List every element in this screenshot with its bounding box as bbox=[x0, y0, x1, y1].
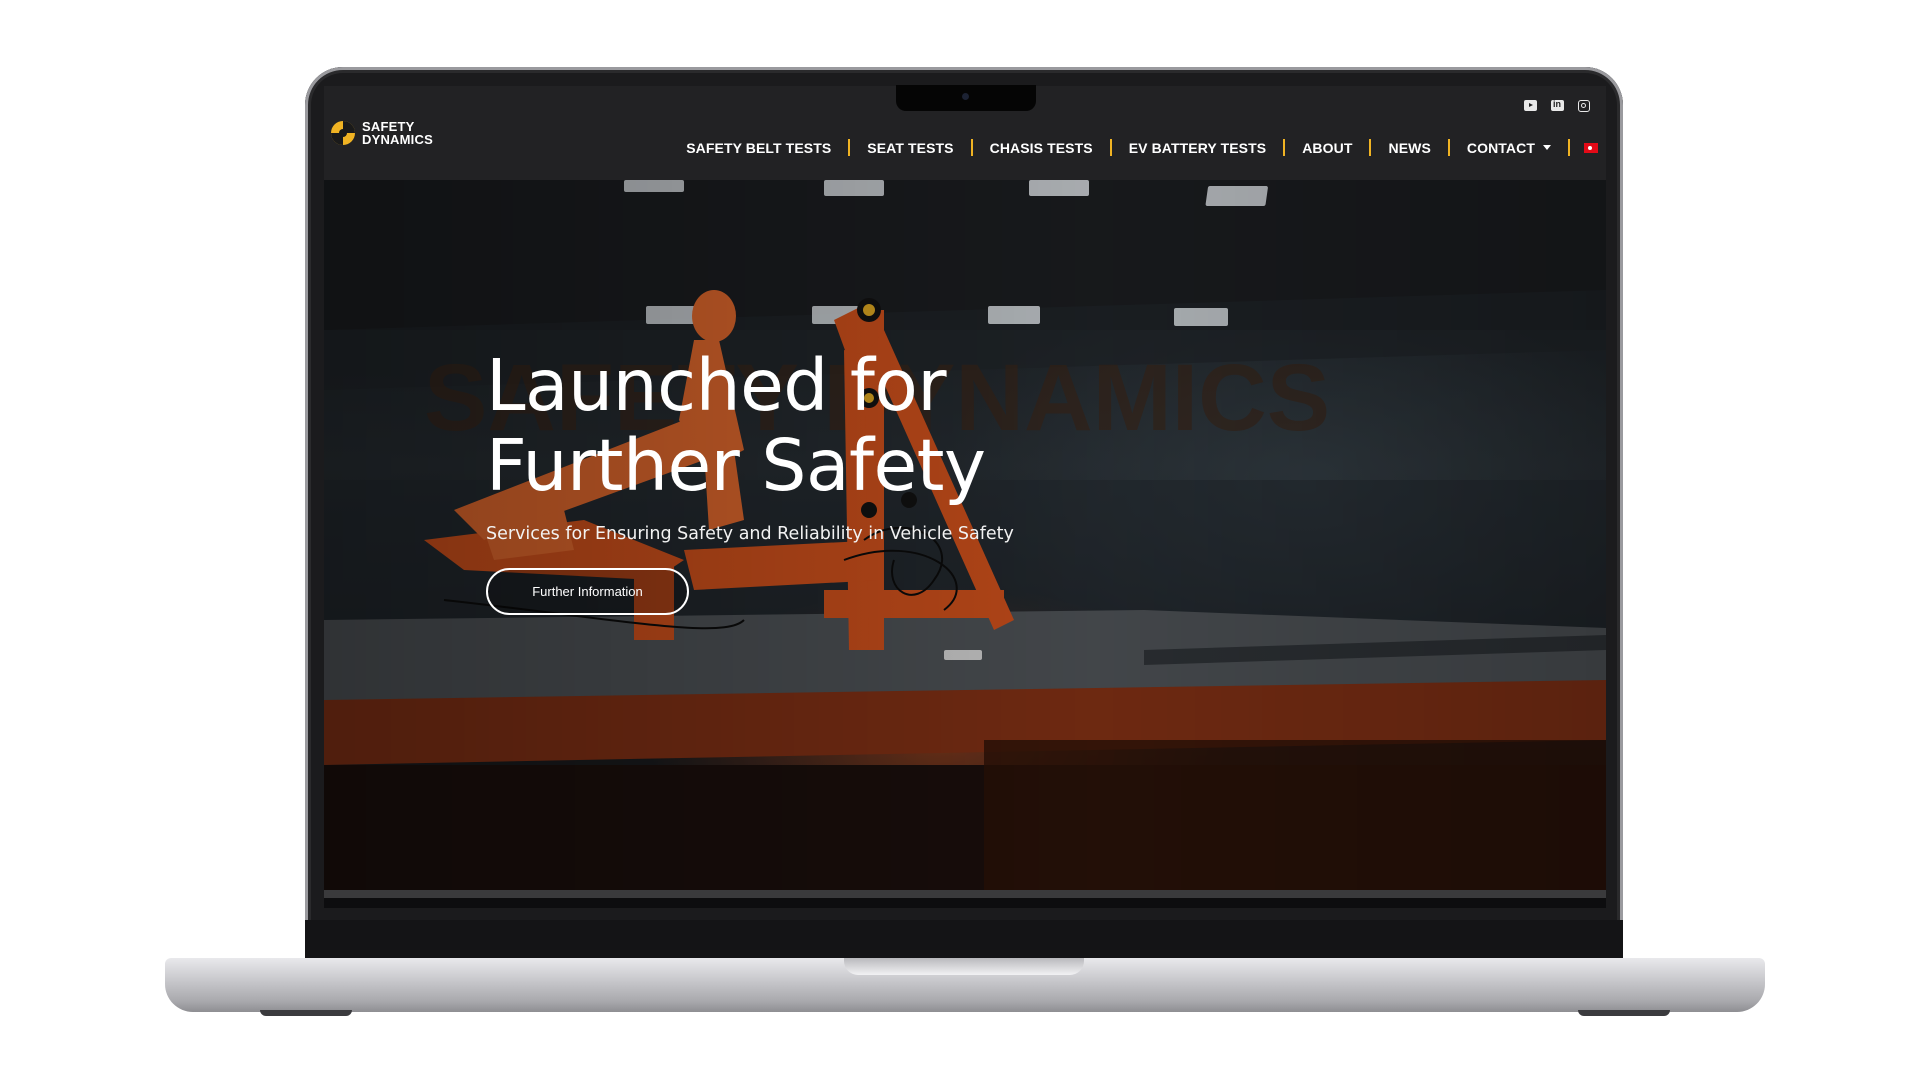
nav-news[interactable]: NEWS bbox=[1371, 140, 1447, 156]
nav-divider bbox=[1568, 139, 1570, 156]
camera-notch bbox=[896, 85, 1036, 111]
chevron-down-icon bbox=[1543, 145, 1551, 150]
youtube-icon[interactable] bbox=[1524, 100, 1537, 111]
further-information-button[interactable]: Further Information bbox=[486, 568, 689, 615]
crash-test-logo-icon bbox=[331, 121, 355, 145]
logo-text: SAFETY DYNAMICS bbox=[362, 120, 433, 146]
nav-contact[interactable]: CONTACT bbox=[1450, 140, 1568, 156]
hero-title-line1: Launched for bbox=[486, 344, 947, 427]
logo-line2: DYNAMICS bbox=[362, 132, 433, 147]
laptop-opening-lip bbox=[844, 958, 1084, 975]
main-nav: SAFETY BELT TESTS SEAT TESTS CHASIS TEST… bbox=[669, 139, 1598, 156]
hero-title: Launched for Further Safety bbox=[486, 346, 1014, 506]
turkey-flag-icon[interactable] bbox=[1584, 142, 1598, 153]
nav-about[interactable]: ABOUT bbox=[1285, 140, 1369, 156]
nav-seat-tests[interactable]: SEAT TESTS bbox=[850, 140, 970, 156]
laptop-foot-left bbox=[260, 1010, 352, 1016]
laptop-screen: SAFETY DYNAMICS SAFETY BELT TESTS SEAT T… bbox=[324, 86, 1606, 908]
hero-subtitle: Services for Ensuring Safety and Reliabi… bbox=[486, 524, 1014, 544]
hero-section: SAFETY DYNAMICS bbox=[324, 180, 1606, 894]
hero-content: Launched for Further Safety Services for… bbox=[486, 346, 1014, 615]
laptop-foot-right bbox=[1578, 1010, 1670, 1016]
nav-safety-belt-tests[interactable]: SAFETY BELT TESTS bbox=[669, 140, 848, 156]
nav-contact-label: CONTACT bbox=[1466, 139, 1535, 156]
instagram-icon[interactable] bbox=[1578, 100, 1590, 112]
linkedin-icon[interactable] bbox=[1551, 99, 1564, 111]
horizontal-scrollbar[interactable] bbox=[324, 890, 1606, 898]
nav-ev-battery-tests[interactable]: EV BATTERY TESTS bbox=[1112, 140, 1283, 156]
nav-chasis-tests[interactable]: CHASIS TESTS bbox=[973, 140, 1110, 156]
camera-icon bbox=[962, 93, 969, 100]
laptop-mockup: SAFETY DYNAMICS SAFETY BELT TESTS SEAT T… bbox=[0, 0, 1920, 1080]
site-logo[interactable]: SAFETY DYNAMICS bbox=[330, 120, 433, 146]
social-links bbox=[1524, 99, 1590, 112]
laptop-screen-chin bbox=[305, 920, 1623, 963]
hero-title-line2: Further Safety bbox=[486, 424, 986, 507]
